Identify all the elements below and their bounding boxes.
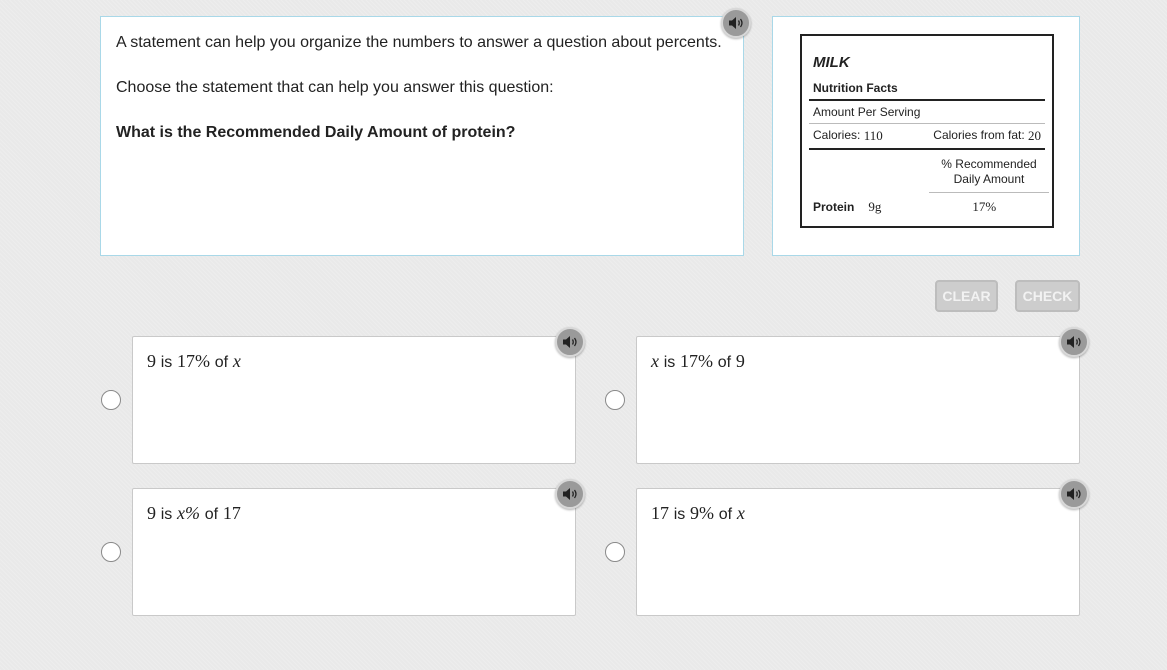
- nutrition-panel: MILK Nutrition Facts Amount Per Serving …: [772, 16, 1080, 256]
- option-3-term-c: 17: [222, 503, 241, 523]
- prompt-audio-button[interactable]: [721, 8, 751, 38]
- protein-percent: 17%: [972, 199, 997, 214]
- calories-fat-label: Calories from fat:: [933, 128, 1025, 142]
- option-2-radio[interactable]: [605, 390, 625, 410]
- prompt-instruction: Choose the statement that can help you a…: [116, 79, 554, 96]
- speaker-icon: [1067, 336, 1081, 348]
- option-3-word-is: is: [160, 506, 173, 523]
- amount-per-serving-label: Amount Per Serving: [813, 105, 921, 119]
- option-2-word-of: of: [717, 354, 732, 371]
- option-2-term-a: x: [651, 351, 659, 371]
- option-3-radio[interactable]: [101, 542, 121, 562]
- option-4-word-is: is: [673, 506, 686, 523]
- percent-daily-header-line1: % Recommended: [941, 157, 1037, 171]
- option-4-radio[interactable]: [605, 542, 625, 562]
- nutrition-facts-heading: Nutrition Facts: [809, 81, 1045, 101]
- calories-fat-value: 20: [1028, 128, 1041, 143]
- calories-value: 110: [863, 128, 883, 143]
- option-3-word-of: of: [204, 506, 219, 523]
- option-3-term-b: x%: [177, 503, 201, 523]
- speaker-icon: [729, 17, 743, 29]
- option-4-term-b: 9%: [690, 503, 715, 523]
- amount-per-serving: Amount Per Serving: [809, 101, 1045, 124]
- option-1[interactable]: 9 is 17% of x: [132, 336, 576, 464]
- option-1-term-c: x: [232, 351, 241, 371]
- option-1-audio-button[interactable]: [555, 327, 585, 357]
- option-2-word-is: is: [663, 354, 676, 371]
- option-4-term-a: 17: [651, 503, 669, 523]
- option-3-audio-button[interactable]: [555, 479, 585, 509]
- prompt-text: A statement can help you organize the nu…: [116, 34, 722, 51]
- option-4-audio-button[interactable]: [1059, 479, 1089, 509]
- prompt-panel: A statement can help you organize the nu…: [100, 16, 744, 256]
- percent-daily-header-line2: Daily Amount: [953, 172, 1025, 186]
- option-4-word-of: of: [718, 506, 733, 523]
- option-2-audio-button[interactable]: [1059, 327, 1089, 357]
- clear-button[interactable]: CLEAR: [935, 280, 998, 312]
- option-2-term-c: 9: [735, 351, 745, 371]
- option-1-word-is: is: [160, 354, 173, 371]
- speaker-icon: [563, 488, 577, 500]
- option-3[interactable]: 9 is x% of 17: [132, 488, 576, 616]
- option-1-term-a: 9: [147, 351, 156, 371]
- option-1-term-b: 17%: [177, 351, 211, 371]
- option-2-term-b: 17%: [680, 351, 714, 371]
- product-name: MILK: [813, 54, 850, 71]
- option-1-radio[interactable]: [101, 390, 121, 410]
- prompt-question: What is the Recommended Daily Amount of …: [116, 124, 516, 141]
- option-3-term-a: 9: [147, 503, 156, 523]
- calories-row: Calories: 110 Calories from fat: 20: [809, 124, 1045, 150]
- protein-amount: 9g: [868, 199, 882, 214]
- option-1-word-of: of: [214, 354, 229, 371]
- protein-row: Protein 9g 17%: [809, 193, 1045, 221]
- speaker-icon: [563, 336, 577, 348]
- protein-label: Protein: [813, 200, 855, 214]
- nutrition-label: MILK Nutrition Facts Amount Per Serving …: [800, 34, 1054, 228]
- calories-label: Calories:: [813, 128, 861, 142]
- option-4-term-c: x: [736, 503, 745, 523]
- speaker-icon: [1067, 488, 1081, 500]
- percent-daily-header: % Recommended Daily Amount: [929, 150, 1049, 193]
- check-button[interactable]: CHECK: [1015, 280, 1080, 312]
- option-2[interactable]: x is 17% of 9: [636, 336, 1080, 464]
- option-4[interactable]: 17 is 9% of x: [636, 488, 1080, 616]
